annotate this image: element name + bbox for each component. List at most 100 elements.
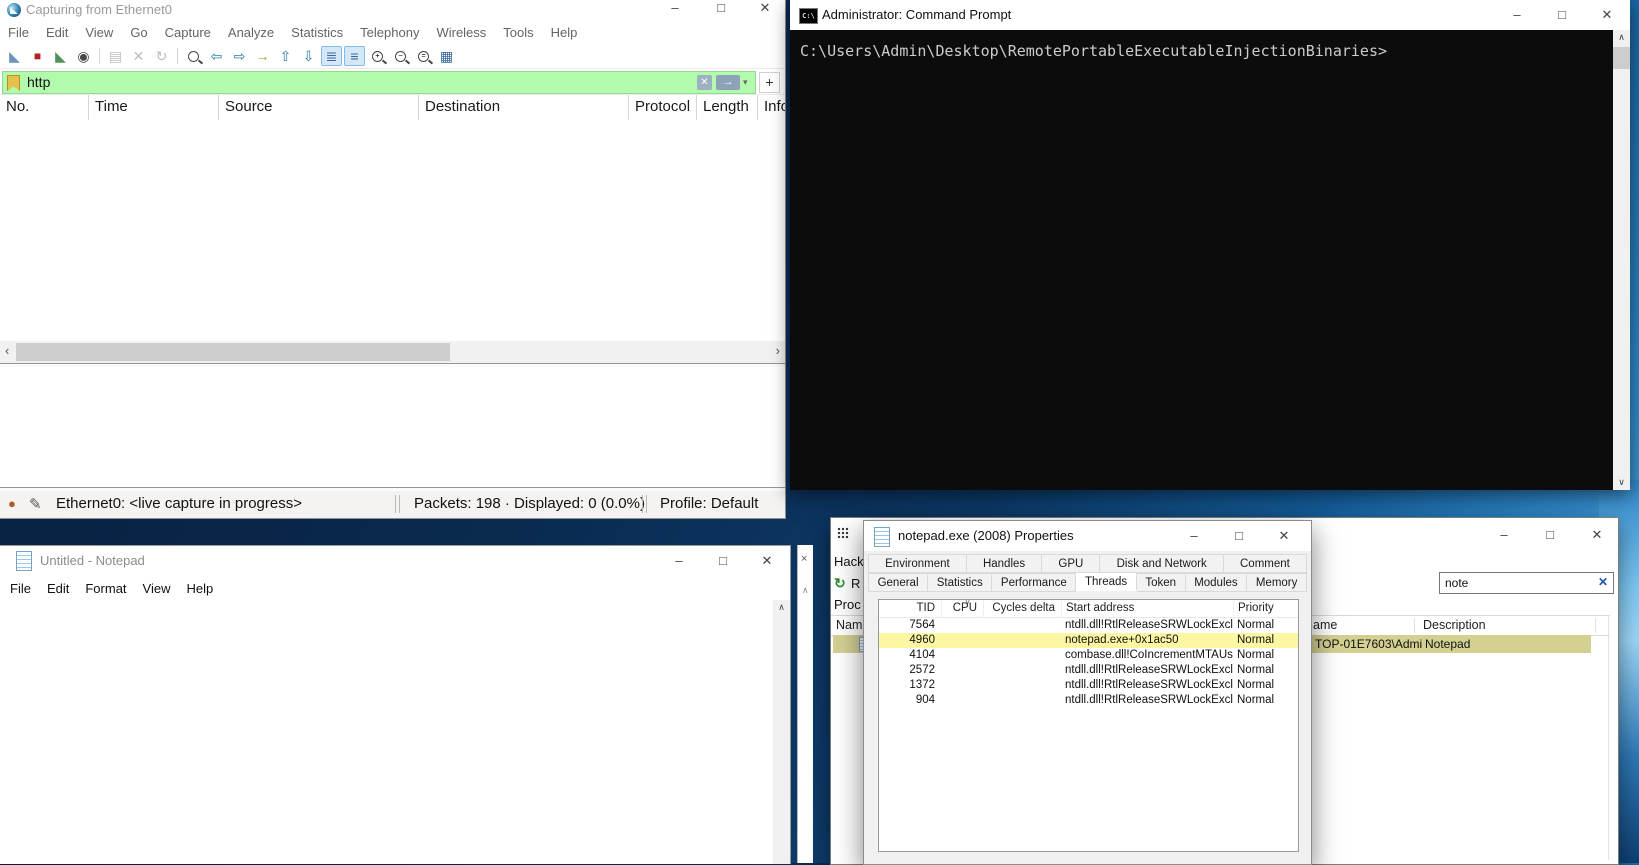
close-capture-button[interactable]: ✕ xyxy=(128,46,149,66)
tab-performance[interactable]: Performance xyxy=(992,573,1076,592)
thread-row[interactable]: 7564 ntdll.dll!RtlReleaseSRWLockExclusi.… xyxy=(879,618,1298,633)
column-time[interactable]: Time xyxy=(88,95,218,121)
menu-hacker-fragment[interactable]: Hack xyxy=(834,554,864,569)
filter-clear-button[interactable]: ✕ xyxy=(697,75,712,90)
tab-gpu[interactable]: GPU xyxy=(1042,554,1100,573)
tab-general[interactable]: General xyxy=(868,573,928,592)
menu-edit[interactable]: Edit xyxy=(46,25,68,40)
column-source[interactable]: Source xyxy=(218,95,418,121)
tab-environment[interactable]: Environment xyxy=(868,554,967,573)
minimize-button[interactable]: – xyxy=(1502,0,1532,30)
minimize-button[interactable]: – xyxy=(664,546,694,576)
thread-row[interactable]: 1372 ntdll.dll!RtlReleaseSRWLockExclusi.… xyxy=(879,678,1298,693)
scroll-right-icon[interactable]: › xyxy=(776,343,780,358)
find-packet-button[interactable] xyxy=(183,46,204,66)
tab-modules[interactable]: Modules xyxy=(1186,573,1248,592)
go-forward-button[interactable]: ⇨ xyxy=(229,46,250,66)
close-button[interactable]: ✕ xyxy=(1592,0,1622,30)
scroll-up-icon[interactable]: ∧ xyxy=(802,585,809,596)
start-capture-button[interactable]: ◣ xyxy=(4,46,25,66)
maximize-button[interactable]: □ xyxy=(1535,518,1565,551)
close-icon[interactable]: × xyxy=(801,553,807,565)
cmd-titlebar[interactable]: C:\ Administrator: Command Prompt – □ ✕ xyxy=(790,0,1630,30)
search-clear-icon[interactable]: ✕ xyxy=(1598,575,1608,589)
menu-format[interactable]: Format xyxy=(85,581,126,596)
restart-capture-button[interactable]: ◣ xyxy=(50,46,71,66)
column-name-fragment[interactable]: Nam xyxy=(836,618,862,632)
filter-dropdown-icon[interactable]: ▾ xyxy=(743,75,748,90)
scroll-up-icon[interactable]: ∧ xyxy=(773,602,790,613)
column-no[interactable]: No. xyxy=(0,95,88,121)
maximize-button[interactable]: □ xyxy=(708,546,738,576)
maximize-button[interactable]: □ xyxy=(1225,521,1253,551)
menu-analyze[interactable]: Analyze xyxy=(228,25,274,40)
thread-row-selected[interactable]: 4960 notepad.exe+0x1ac50 Normal xyxy=(879,633,1298,648)
column-cycles-delta[interactable]: Cycles delta xyxy=(983,600,1061,617)
menu-tools[interactable]: Tools xyxy=(503,25,533,40)
tab-disk-and-network[interactable]: Disk and Network xyxy=(1100,554,1223,573)
maximize-button[interactable]: □ xyxy=(706,0,736,20)
menu-edit[interactable]: Edit xyxy=(47,581,69,596)
filter-apply-button[interactable]: → xyxy=(716,75,740,90)
menu-capture[interactable]: Capture xyxy=(165,25,211,40)
zoom-reset-button[interactable]: = xyxy=(413,46,434,66)
refresh-icon[interactable]: ↻ xyxy=(834,575,846,592)
go-bottom-button[interactable]: ⇩ xyxy=(298,46,319,66)
zoom-in-button[interactable]: + xyxy=(367,46,388,66)
minimize-button[interactable]: – xyxy=(1180,521,1208,551)
capture-comment-icon[interactable]: ✎ xyxy=(29,495,42,513)
tab-threads[interactable]: Threads xyxy=(1076,572,1136,591)
packet-details-pane[interactable] xyxy=(0,367,785,487)
column-cpu[interactable]: CPU xyxy=(941,600,983,617)
expert-info-icon[interactable]: ● xyxy=(8,496,16,511)
process-search-input[interactable]: note ✕ xyxy=(1439,572,1614,594)
close-button[interactable]: ✕ xyxy=(1582,518,1612,551)
menu-file[interactable]: File xyxy=(8,25,29,40)
column-info[interactable]: Info xyxy=(757,95,785,121)
close-button[interactable]: ✕ xyxy=(752,546,782,576)
auto-scroll-toggle[interactable]: ≣ xyxy=(321,46,342,66)
tab-statistics[interactable]: Statistics xyxy=(928,573,992,592)
tab-processes-fragment[interactable]: Proc xyxy=(834,597,861,612)
dialog-titlebar[interactable]: notepad.exe (2008) Properties – □ ✕ xyxy=(864,521,1311,551)
thread-row[interactable]: 904 ntdll.dll!RtlReleaseSRWLockExclusi..… xyxy=(879,693,1298,708)
cmd-console[interactable]: C:\Users\Admin\Desktop\RemotePortableExe… xyxy=(790,30,1613,490)
close-button[interactable]: ✕ xyxy=(750,0,780,20)
go-top-button[interactable]: ⇧ xyxy=(275,46,296,66)
scrollbar-thumb[interactable] xyxy=(1613,47,1630,69)
profile-text[interactable]: Profile: Default xyxy=(660,495,758,512)
tab-token[interactable]: Token xyxy=(1137,573,1186,592)
scroll-left-icon[interactable]: ‹ xyxy=(5,343,9,358)
notepad-titlebar[interactable]: Untitled - Notepad – □ ✕ xyxy=(0,546,790,576)
close-button[interactable]: ✕ xyxy=(1270,521,1298,551)
wireshark-titlebar[interactable]: Capturing from Ethernet0 – □ ✕ xyxy=(0,0,785,20)
minimize-button[interactable]: – xyxy=(1489,518,1519,551)
menu-go[interactable]: Go xyxy=(130,25,147,40)
horizontal-scrollbar[interactable]: ‹ › xyxy=(0,341,785,363)
scroll-down-icon[interactable]: ∨ xyxy=(1613,477,1630,488)
menu-wireless[interactable]: Wireless xyxy=(436,25,486,40)
display-filter-input[interactable]: http ✕ → ▾ xyxy=(2,71,756,94)
menu-view[interactable]: View xyxy=(143,581,171,596)
column-tid[interactable]: TID xyxy=(879,600,941,617)
scrollbar-thumb[interactable] xyxy=(16,343,450,361)
scroll-up-icon[interactable]: ∧ xyxy=(1613,32,1630,43)
stop-capture-button[interactable]: ■ xyxy=(27,46,48,66)
column-start-address[interactable]: Start address xyxy=(1061,600,1233,617)
go-back-button[interactable]: ⇦ xyxy=(206,46,227,66)
thread-row[interactable]: 2572 ntdll.dll!RtlReleaseSRWLockExclusi.… xyxy=(879,663,1298,678)
zoom-out-button[interactable]: − xyxy=(390,46,411,66)
notepad-scrollbar[interactable]: ∧ xyxy=(773,600,790,864)
cmd-scrollbar[interactable]: ∧ ∨ xyxy=(1613,30,1630,490)
packet-list[interactable] xyxy=(0,120,785,341)
tab-memory[interactable]: Memory xyxy=(1247,573,1307,592)
menu-help[interactable]: Help xyxy=(551,25,578,40)
reload-capture-button[interactable]: ↻ xyxy=(151,46,172,66)
tab-handles[interactable]: Handles xyxy=(967,554,1042,573)
column-description[interactable]: Description xyxy=(1423,618,1486,632)
menu-help[interactable]: Help xyxy=(186,581,213,596)
colorize-toggle[interactable]: ≡ xyxy=(344,46,365,66)
menu-view[interactable]: View xyxy=(85,25,113,40)
column-destination[interactable]: Destination xyxy=(418,95,628,121)
notepad-text-area[interactable] xyxy=(0,600,773,864)
